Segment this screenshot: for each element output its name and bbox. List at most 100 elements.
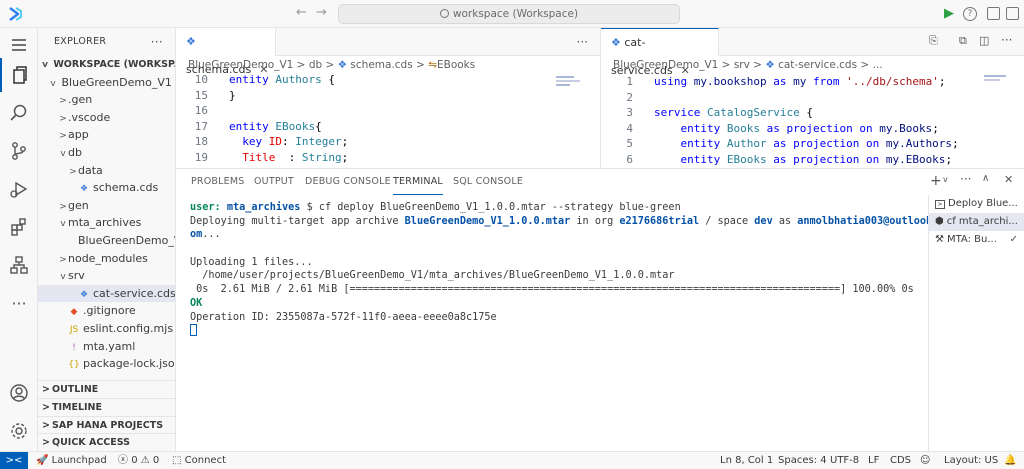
run-icon[interactable]: ▶ (944, 5, 954, 23)
section-outline[interactable]: > OUTLINE (38, 380, 175, 398)
tree-item-label: gen (68, 198, 89, 212)
tree-item[interactable]: >data (38, 162, 175, 180)
app-logo-icon (9, 7, 22, 21)
section-label: TIMELINE (52, 402, 102, 413)
connect-item[interactable]: ⬚ Connect (172, 452, 226, 469)
maximize-panel-icon[interactable]: ∧ (982, 173, 989, 184)
workspace-root[interactable]: v WORKSPACE (WORKSPACE) (38, 56, 175, 74)
sap-hierarchy-icon[interactable] (0, 248, 38, 282)
line-number: 6 (626, 152, 633, 166)
panel-more-icon[interactable]: ··· (960, 172, 971, 186)
breadcrumb-item[interactable]: srv (734, 59, 750, 71)
tree-item[interactable]: >.gen (38, 91, 175, 109)
settings-gear-icon[interactable] (0, 414, 38, 448)
breadcrumb-item[interactable]: EBooks (437, 59, 475, 71)
terminal-item-deploy[interactable]: > Deploy Blue... (929, 195, 1024, 213)
tab-problems[interactable]: PROBLEMS (191, 169, 244, 195)
language-mode[interactable]: CDS (890, 452, 911, 469)
tree-item[interactable]: ❖ cat-service.cds (38, 284, 175, 303)
panel-toggle-icon[interactable] (1006, 7, 1019, 20)
tree-item[interactable]: ! mta.yaml (38, 338, 175, 356)
close-panel-icon[interactable]: ✕ (1004, 173, 1013, 186)
tree-item[interactable]: >node_modules (38, 250, 175, 268)
tree-item[interactable]: JS eslint.config.mjs (38, 320, 175, 338)
tree-item[interactable]: v srv (38, 267, 175, 285)
code-token: service (654, 106, 707, 120)
deploy-text: / space (699, 215, 755, 227)
breadcrumb-item[interactable]: db (309, 59, 322, 71)
tree-item[interactable]: {} package-lock.json (38, 355, 175, 373)
terminal-item-cf[interactable]: ⬢ cf mta_archi... (929, 213, 1024, 231)
back-arrow-icon[interactable]: ← (296, 5, 307, 20)
tab-schema-cds[interactable]: ❖ schema.cds ✕ (176, 28, 276, 76)
section-sap-hana-projects[interactable]: > SAP HANA PROJECTS (38, 416, 175, 434)
open-changes-icon[interactable]: ⧉ (959, 34, 967, 48)
deploy-text: in org (570, 215, 620, 227)
code-token: Integer (295, 135, 342, 149)
cds-preview-icon[interactable]: ⎘ (929, 34, 938, 48)
tree-item[interactable]: BlueGreenDemo_V... (38, 232, 175, 250)
code-token: CatalogService (706, 106, 800, 120)
search-icon[interactable] (0, 96, 38, 130)
command-center-search[interactable]: workspace (Workspace) (338, 4, 680, 24)
forward-arrow-icon[interactable]: → (316, 5, 327, 20)
breadcrumb-item[interactable]: ... (873, 59, 883, 71)
tree-item[interactable]: >gen (38, 197, 175, 215)
extensions-icon[interactable] (0, 210, 38, 244)
breadcrumb-item[interactable]: BlueGreenDemo_V1 (613, 59, 718, 71)
minimap[interactable] (984, 74, 1018, 86)
section-quick-access[interactable]: > QUICK ACCESS (38, 433, 175, 451)
launchpad-item[interactable]: 🚀 Launchpad (36, 452, 107, 469)
code-token: '../db/schema' (846, 75, 939, 88)
tab-sql-console[interactable]: SQL CONSOLE (453, 169, 523, 195)
terminal-output[interactable]: user: mta_archives $ cf deploy BlueGreen… (190, 201, 944, 338)
encoding[interactable]: UTF-8 (830, 452, 859, 469)
problems-indicator[interactable]: ⓧ 0 ⚠ 0 (118, 452, 159, 469)
new-terminal-plus-icon[interactable]: + (930, 173, 942, 189)
explorer-icon[interactable] (0, 58, 38, 92)
tab-debug-console[interactable]: DEBUG CONSOLE (305, 169, 391, 195)
editor-more-icon[interactable]: ··· (577, 35, 588, 49)
source-control-icon[interactable] (0, 134, 38, 168)
tree-item[interactable]: >.vscode (38, 109, 175, 127)
notifications-bell-icon[interactable]: 🔔 (1004, 452, 1016, 469)
breadcrumb-item[interactable]: BlueGreenDemo_V1 (188, 59, 293, 71)
tab-cat-service-cds[interactable]: ❖ cat-service.cds ✕ (601, 28, 719, 77)
tree-item[interactable]: ❖ schema.cds (38, 179, 175, 197)
keyboard-layout[interactable]: Layout: US (944, 452, 998, 469)
feedback-icon[interactable]: ☺ (920, 452, 930, 469)
code-token: my.Books (879, 121, 933, 135)
bottom-panel: PROBLEMS OUTPUT DEBUG CONSOLE TERMINAL S… (176, 168, 1024, 452)
tree-item[interactable]: v db (38, 144, 175, 162)
more-icon[interactable]: ··· (0, 286, 38, 320)
minimap[interactable] (556, 74, 592, 94)
editor-more-icon[interactable]: ··· (1001, 33, 1012, 47)
menu-icon[interactable] (0, 28, 38, 62)
end-of-line[interactable]: LF (868, 452, 879, 469)
tree-item[interactable]: >app (38, 126, 175, 144)
indentation[interactable]: Spaces: 4 (778, 452, 827, 469)
run-debug-icon[interactable] (0, 172, 38, 206)
help-icon[interactable]: ? (963, 7, 977, 21)
tree-item-label: .vscode (68, 110, 111, 124)
tab-terminal[interactable]: TERMINAL (393, 169, 443, 195)
remote-indicator-icon[interactable]: >< (0, 452, 28, 469)
project-folder[interactable]: v BlueGreenDemo_V1 (38, 74, 175, 92)
account-icon[interactable] (0, 376, 38, 410)
terminal-item-mta[interactable]: ⚒ MTA: Bu... ✓ (929, 231, 1024, 249)
cursor-position[interactable]: Ln 8, Col 1 (720, 452, 773, 469)
chevron-down-icon[interactable]: v (943, 175, 948, 184)
breadcrumb-item[interactable]: cat-service.cds (778, 59, 857, 71)
split-editor-icon[interactable]: ◫ (979, 34, 989, 47)
explorer-more-icon[interactable]: ··· (151, 28, 163, 56)
tab-output[interactable]: OUTPUT (254, 169, 294, 195)
layout-toggle-icon[interactable] (987, 7, 1000, 20)
cat-service-code-editor[interactable]: 1 using my.bookshop as my from '../db/sch… (601, 74, 981, 168)
deploy-text: Deploying multi-target app archive (190, 215, 405, 227)
tree-item[interactable]: ◆ .gitignore (38, 302, 175, 320)
line-number: 3 (626, 106, 633, 120)
breadcrumb-item[interactable]: schema.cds (350, 59, 412, 71)
section-timeline[interactable]: > TIMELINE (38, 398, 175, 416)
schema-code-editor[interactable]: 10 entity Authors {15} 16 17 entity EBooks{1… (176, 72, 556, 166)
tree-item[interactable]: v mta_archives (38, 214, 175, 232)
